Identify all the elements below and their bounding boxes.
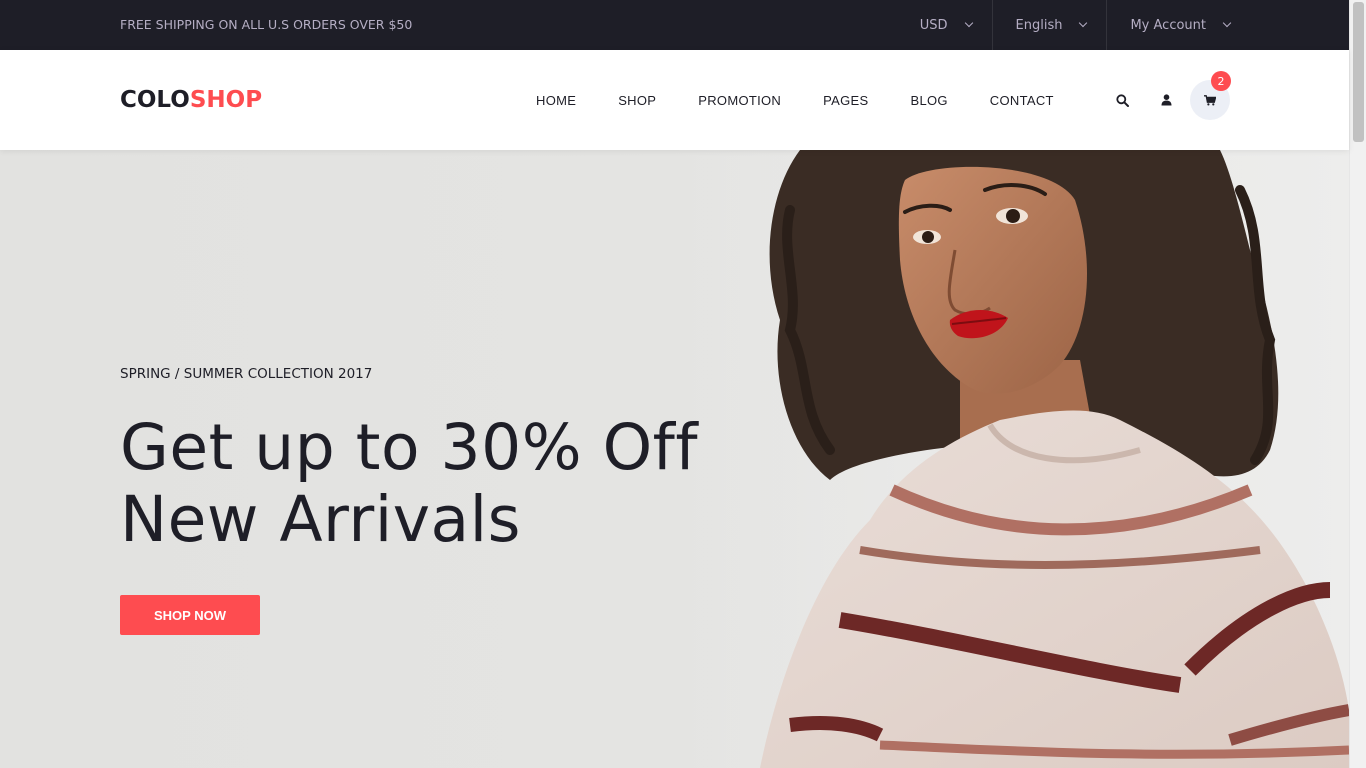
- account-label: My Account: [1130, 17, 1206, 33]
- account-button[interactable]: [1152, 80, 1180, 120]
- search-button[interactable]: [1108, 80, 1136, 120]
- nav-link-home[interactable]: HOME: [515, 93, 597, 108]
- top-menu: USD English My Account: [920, 0, 1232, 50]
- nav-icons: 2: [1108, 71, 1231, 120]
- hero-banner: SPRING / SUMMER COLLECTION 2017 Get up t…: [0, 150, 1349, 768]
- nav-link-blog[interactable]: BLOG: [889, 93, 968, 108]
- hero-headline-line-1: Get up to 30% Off: [120, 411, 699, 484]
- shipping-promo-text: FREE SHIPPING ON ALL U.S ORDERS OVER $50: [120, 17, 413, 32]
- account-dropdown[interactable]: My Account: [1106, 0, 1232, 50]
- language-dropdown[interactable]: English: [991, 0, 1107, 50]
- search-icon: [1115, 93, 1129, 107]
- nav-link-contact[interactable]: CONTACT: [969, 93, 1075, 108]
- logo-text-shop: SHOP: [189, 87, 263, 113]
- user-icon: [1161, 94, 1171, 106]
- top-bar: FREE SHIPPING ON ALL U.S ORDERS OVER $50…: [0, 0, 1349, 50]
- cart-button[interactable]: 2: [1190, 71, 1231, 120]
- nav-link-shop[interactable]: SHOP: [597, 93, 677, 108]
- nav-link-promotion[interactable]: PROMOTION: [677, 93, 802, 108]
- nav-link-pages[interactable]: PAGES: [802, 93, 889, 108]
- hero-headline-line-2: New Arrivals: [120, 483, 521, 556]
- site-logo[interactable]: COLOSHOP: [120, 50, 262, 150]
- logo-text-colo: COLO: [120, 87, 190, 113]
- scrollbar-thumb[interactable]: [1353, 2, 1364, 142]
- chevron-down-icon: [1222, 18, 1232, 28]
- collection-subtitle: SPRING / SUMMER COLLECTION 2017: [120, 366, 373, 382]
- hero-headline: Get up to 30% Off New Arrivals: [120, 412, 698, 556]
- hero-text: SPRING / SUMMER COLLECTION 2017 Get up t…: [120, 366, 698, 556]
- cart-count-badge: 2: [1211, 71, 1231, 91]
- currency-label: USD: [919, 17, 948, 33]
- language-label: English: [1015, 17, 1063, 33]
- main-navigation: COLOSHOP HOME SHOP PROMOTION PAGES BLOG …: [0, 50, 1349, 150]
- shop-now-button[interactable]: SHOP NOW: [120, 595, 260, 635]
- cart-icon: [1204, 94, 1216, 105]
- currency-dropdown[interactable]: USD: [920, 0, 992, 50]
- chevron-down-icon: [1079, 18, 1088, 28]
- nav-menu: HOME SHOP PROMOTION PAGES BLOG CONTACT: [515, 50, 1075, 150]
- chevron-down-icon: [964, 18, 973, 28]
- page-scrollbar[interactable]: [1349, 0, 1366, 768]
